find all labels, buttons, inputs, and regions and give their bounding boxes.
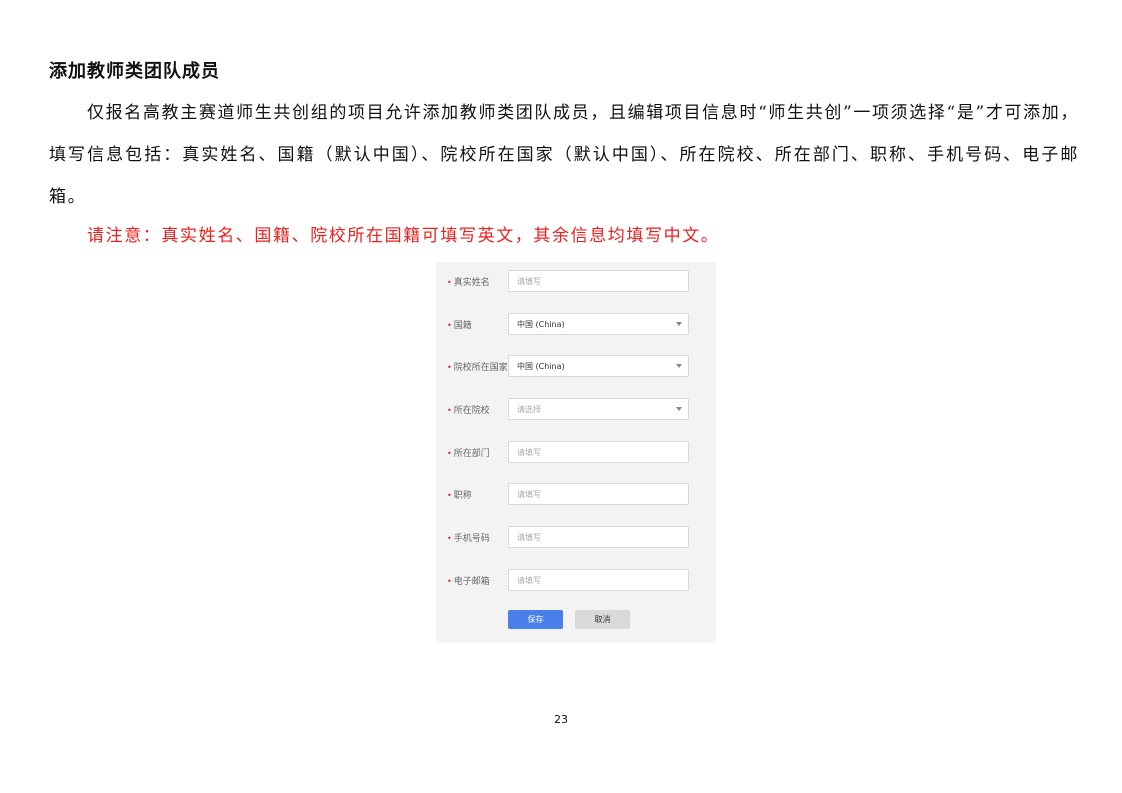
- field-label: • 所在院校: [447, 403, 490, 416]
- field-label: • 手机号码: [447, 531, 490, 544]
- department-input[interactable]: 请填写: [508, 441, 689, 463]
- select-value: 中国 (China): [517, 320, 565, 329]
- input-placeholder: 请填写: [517, 490, 541, 499]
- real-name-input[interactable]: 请填写: [508, 270, 689, 292]
- job-title-input[interactable]: 请填写: [508, 483, 689, 505]
- required-mark: •: [447, 278, 452, 287]
- field-label-text: 手机号码: [453, 534, 490, 544]
- school-country-select[interactable]: 中国 (China): [508, 355, 689, 377]
- field-label-text: 国籍: [453, 321, 472, 331]
- cancel-button[interactable]: 取消: [575, 610, 630, 629]
- required-mark: •: [447, 577, 452, 586]
- form-row-school: • 所在院校 请选择: [436, 398, 716, 422]
- form-row-phone: • 手机号码 请填写: [436, 526, 716, 550]
- input-placeholder: 请填写: [517, 448, 541, 457]
- input-placeholder: 请填写: [517, 277, 541, 286]
- form-row-email: • 电子邮箱 请填写: [436, 569, 716, 593]
- intro-paragraph: 仅报名高教主赛道师生共创组的项目允许添加教师类团队成员，且编辑项目信息时“师生共…: [49, 103, 1079, 207]
- required-mark: •: [447, 449, 452, 458]
- field-label-text: 真实姓名: [453, 278, 490, 288]
- field-label: • 电子邮箱: [447, 574, 490, 587]
- field-label-text: 所在院校: [453, 406, 490, 416]
- chevron-down-icon: [676, 407, 682, 411]
- required-mark: •: [447, 491, 452, 500]
- chevron-down-icon: [676, 322, 682, 326]
- select-value: 中国 (China): [517, 362, 565, 371]
- teacher-member-form: • 真实姓名 请填写 • 国籍 中国 (China) • 院校所在国家 中国 (Chi…: [436, 262, 716, 643]
- form-row-nationality: • 国籍 中国 (China): [436, 313, 716, 337]
- email-input[interactable]: 请填写: [508, 569, 689, 591]
- phone-input[interactable]: 请填写: [508, 526, 689, 548]
- select-placeholder: 请选择: [517, 405, 541, 414]
- required-mark: •: [447, 363, 452, 372]
- chevron-down-icon: [676, 364, 682, 368]
- input-placeholder: 请填写: [517, 533, 541, 542]
- field-label-text: 院校所在国家: [453, 363, 508, 373]
- form-row-title: • 职称 请填写: [436, 483, 716, 507]
- field-label: • 所在部门: [447, 446, 490, 459]
- form-row-department: • 所在部门 请填写: [436, 441, 716, 465]
- form-row-school-country: • 院校所在国家 中国 (China): [436, 355, 716, 379]
- input-placeholder: 请填写: [517, 576, 541, 585]
- field-label-text: 所在部门: [453, 449, 490, 459]
- field-label: • 职称: [447, 488, 472, 501]
- required-mark: •: [447, 321, 452, 330]
- nationality-select[interactable]: 中国 (China): [508, 313, 689, 335]
- field-label: • 真实姓名: [447, 275, 490, 288]
- note-text: 请注意：真实姓名、国籍、院校所在国籍可填写英文，其余信息均填写中文。: [87, 226, 720, 246]
- form-row-real-name: • 真实姓名 请填写: [436, 270, 716, 294]
- field-label: • 国籍: [447, 318, 472, 331]
- section-heading: 添加教师类团队成员: [49, 61, 220, 82]
- required-mark: •: [447, 534, 452, 543]
- field-label-text: 电子邮箱: [453, 577, 490, 587]
- required-mark: •: [447, 406, 452, 415]
- field-label: • 院校所在国家: [447, 360, 508, 373]
- school-select[interactable]: 请选择: [508, 398, 689, 420]
- page-number: 23: [554, 713, 568, 726]
- save-button[interactable]: 保存: [508, 610, 563, 629]
- field-label-text: 职称: [453, 491, 472, 501]
